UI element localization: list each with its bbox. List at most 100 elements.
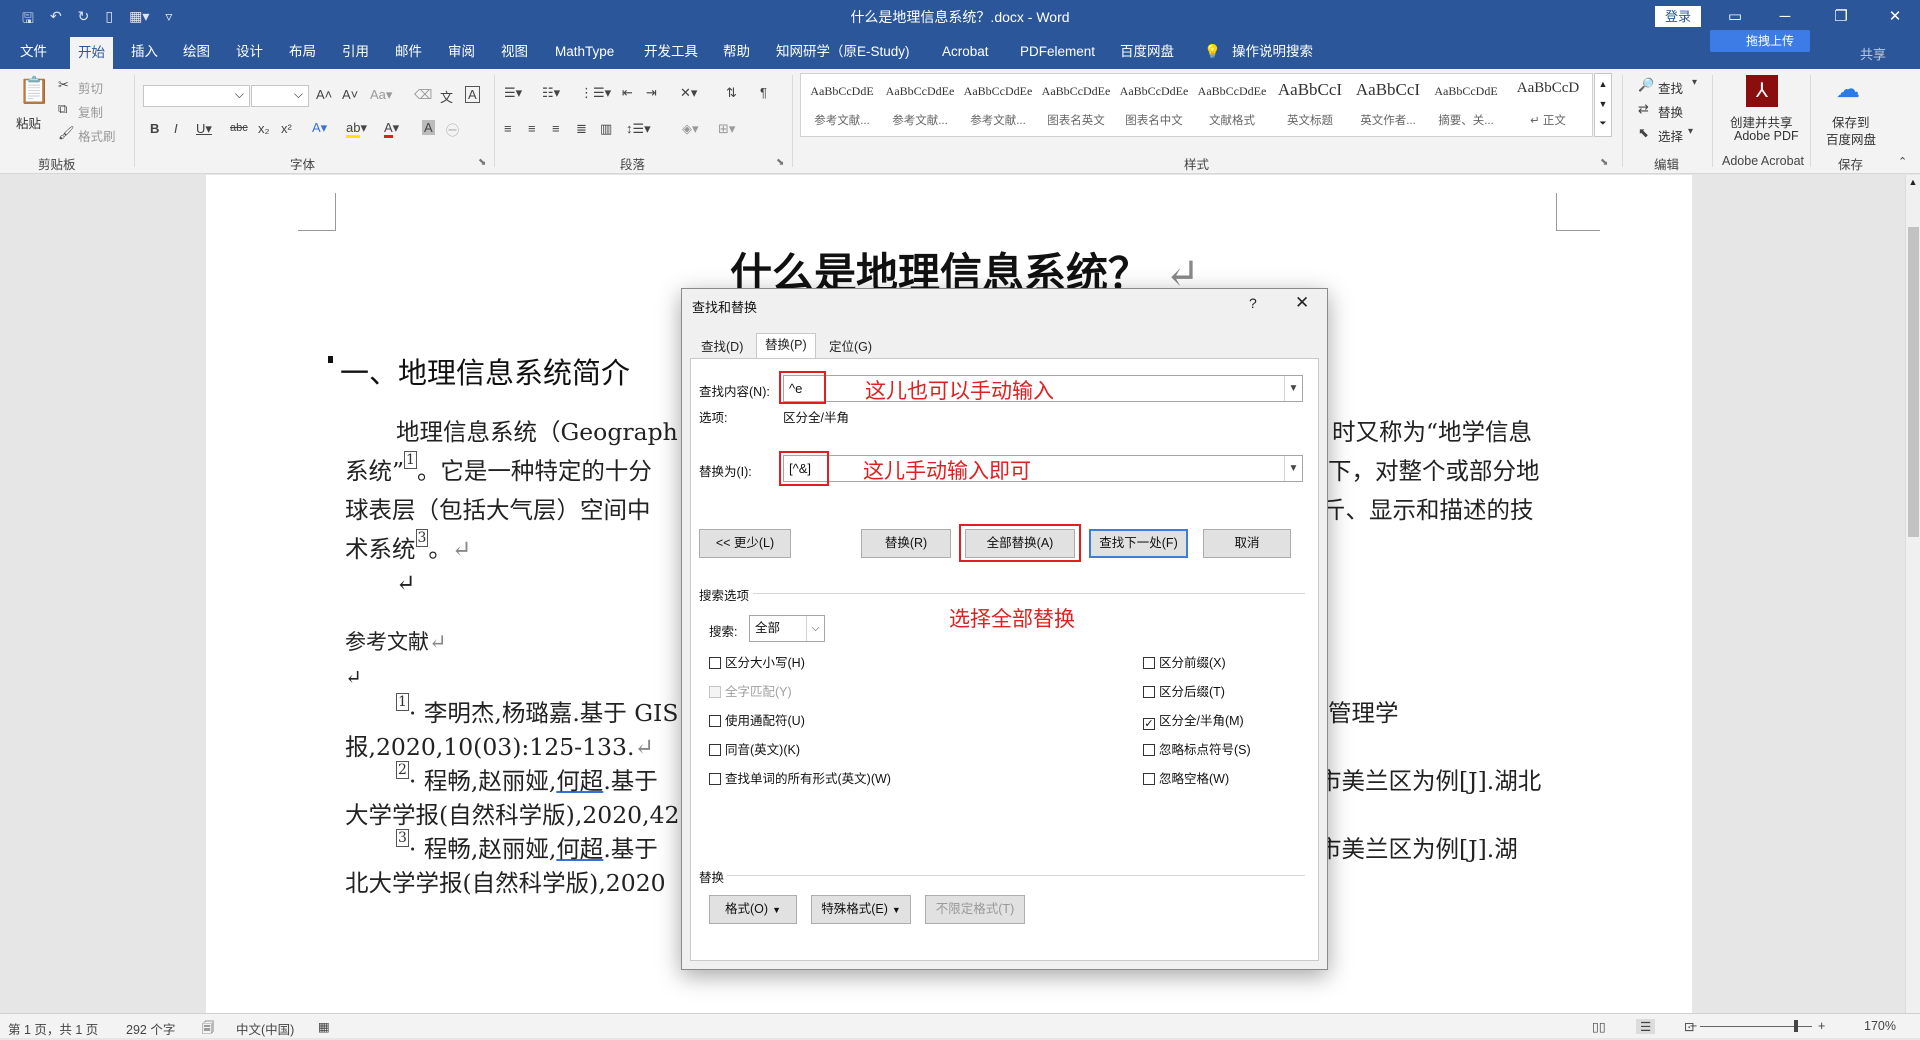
vertical-scrollbar[interactable]: ▲ xyxy=(1905,175,1920,1013)
tab-draw[interactable]: 绘图 xyxy=(175,34,218,69)
shrink-font-icon[interactable]: A˅ xyxy=(342,87,358,102)
tab-help[interactable]: 帮助 xyxy=(715,34,758,69)
cancel-button[interactable]: 取消 xyxy=(1203,529,1291,558)
word-count[interactable]: 292 个字 xyxy=(126,1019,175,1038)
style-item[interactable]: AaBbCcI 英文作者... xyxy=(1349,74,1427,136)
chevron-down-icon[interactable]: ▾ xyxy=(1688,126,1693,137)
copy-icon[interactable]: ⧉ xyxy=(58,101,67,117)
less-button[interactable]: << 更少(L) xyxy=(699,529,791,558)
share-button[interactable]: 共享 xyxy=(1860,44,1886,63)
check-match-suffix[interactable]: 区分后缀(T) xyxy=(1143,681,1225,700)
paste-icon[interactable]: 📋 xyxy=(18,75,50,106)
ribbon-display-icon[interactable]: ▭ xyxy=(1712,4,1758,30)
copy-button[interactable]: 复制 xyxy=(78,102,103,121)
phonetic-guide-icon[interactable]: 文 xyxy=(440,87,453,106)
italic-icon[interactable]: I xyxy=(174,121,178,136)
style-item[interactable]: AaBbCcDdEe 文献格式 xyxy=(1193,74,1271,136)
align-right-icon[interactable]: ≡ xyxy=(552,121,560,136)
zoom-level[interactable]: 170% xyxy=(1864,1019,1896,1033)
styles-gallery-scroll[interactable]: ▲ ▼ ⏷ xyxy=(1594,73,1612,137)
check-wildcards[interactable]: 使用通配符(U) xyxy=(709,710,805,729)
cut-button[interactable]: 剪切 xyxy=(78,78,103,97)
style-item[interactable]: AaBbCcI 英文标题 xyxy=(1271,74,1349,136)
dialog-launcher-icon[interactable]: ⬊ xyxy=(776,157,784,168)
font-color-icon[interactable]: A▾ xyxy=(384,120,399,138)
collapse-ribbon-icon[interactable]: ⌃ xyxy=(1898,155,1907,168)
checkbox[interactable] xyxy=(709,686,721,698)
line-spacing-icon[interactable]: ↕☰▾ xyxy=(626,121,651,137)
tab-layout[interactable]: 布局 xyxy=(281,34,324,69)
proofing-icon[interactable]: 🗐 xyxy=(202,1019,215,1040)
tab-mailings[interactable]: 邮件 xyxy=(387,34,430,69)
checkbox[interactable] xyxy=(1143,773,1155,785)
no-formatting-button[interactable]: 不限定格式(T) xyxy=(925,895,1025,924)
tab-references[interactable]: 引用 xyxy=(334,34,377,69)
tab-home[interactable]: 开始 xyxy=(70,37,113,69)
replace-button[interactable]: 替换 xyxy=(1658,102,1683,121)
check-sounds-like[interactable]: 同音(英文)(K) xyxy=(709,739,800,758)
format-painter-icon[interactable]: 🖌 xyxy=(58,125,75,141)
shading-icon[interactable]: ◈▾ xyxy=(682,121,699,137)
special-button[interactable]: 特殊格式(E) ▼ xyxy=(811,895,911,924)
tab-pdfelement[interactable]: PDFelement xyxy=(1012,34,1103,69)
align-center-icon[interactable]: ≡ xyxy=(528,121,536,136)
grow-font-icon[interactable]: A˄ xyxy=(316,87,332,102)
minimize-icon[interactable]: ─ xyxy=(1762,4,1808,30)
checkbox[interactable] xyxy=(709,657,721,669)
clear-format-icon[interactable]: ⌫ xyxy=(414,87,432,103)
create-pdf-line2[interactable]: Adobe PDF xyxy=(1734,129,1799,143)
tab-developer[interactable]: 开发工具 xyxy=(636,34,706,69)
print-layout-icon[interactable]: ☰ xyxy=(1636,1019,1656,1034)
sort-icon[interactable]: ⇅ xyxy=(726,85,737,101)
restore-icon[interactable]: ❐ xyxy=(1818,4,1864,30)
underline-icon[interactable]: U▾ xyxy=(196,121,212,137)
font-name-combo[interactable]: ⌵ xyxy=(143,85,250,107)
tab-design[interactable]: 设计 xyxy=(228,34,271,69)
cut-icon[interactable]: ✂ xyxy=(58,77,69,93)
adobe-pdf-icon[interactable]: ⅄ xyxy=(1746,75,1778,107)
char-border-icon[interactable]: A xyxy=(465,86,480,103)
baidu-cloud-icon[interactable]: ☁ xyxy=(1836,75,1860,104)
show-marks-icon[interactable]: ¶ xyxy=(760,85,767,100)
scrollbar-thumb[interactable] xyxy=(1908,227,1919,537)
checkbox[interactable] xyxy=(709,744,721,756)
tab-mathtype[interactable]: MathType xyxy=(547,34,622,69)
style-item[interactable]: AaBbCcDdEe 参考文献... xyxy=(959,74,1037,136)
chevron-up-icon[interactable]: ▲ xyxy=(1595,74,1611,94)
tell-me-search[interactable]: 操作说明搜索 xyxy=(1224,34,1321,69)
search-direction-select[interactable]: 全部 ⌵ xyxy=(749,615,825,642)
tab-file[interactable]: 文件 xyxy=(12,34,55,69)
checkbox[interactable] xyxy=(1143,657,1155,669)
superscript-icon[interactable]: x² xyxy=(281,121,292,136)
bullets-icon[interactable]: ☰▾ xyxy=(504,85,522,101)
checkbox[interactable] xyxy=(709,773,721,785)
find-button[interactable]: 查找 xyxy=(1658,78,1683,97)
tab-baidu-netdisk[interactable]: 百度网盘 xyxy=(1112,34,1182,69)
tab-goto[interactable]: 定位(G) xyxy=(820,335,881,359)
chevron-down-icon[interactable]: ▼ xyxy=(1595,94,1611,114)
save-to-netdisk-line2[interactable]: 百度网盘 xyxy=(1826,129,1876,148)
highlight-icon[interactable]: ab▾ xyxy=(346,120,367,138)
bold-icon[interactable]: B xyxy=(150,121,159,136)
language[interactable]: 中文(中国) xyxy=(236,1019,294,1038)
style-item[interactable]: AaBbCcDdE 摘要、关... xyxy=(1427,74,1505,136)
dialog-launcher-icon[interactable]: ⬊ xyxy=(1600,157,1608,168)
paste-button[interactable]: 粘贴 xyxy=(16,113,41,132)
checkbox[interactable] xyxy=(709,715,721,727)
font-size-combo[interactable]: ⌵ xyxy=(251,85,309,107)
login-button[interactable]: 登录 xyxy=(1655,6,1701,27)
distributed-icon[interactable]: ▥ xyxy=(600,121,612,137)
chevron-down-icon[interactable]: ▾ xyxy=(1692,77,1697,88)
zoom-slider-thumb[interactable] xyxy=(1794,1020,1798,1032)
tab-insert[interactable]: 插入 xyxy=(123,34,166,69)
borders-icon[interactable]: ⊞▾ xyxy=(718,121,735,137)
format-painter-button[interactable]: 格式刷 xyxy=(78,126,116,145)
tab-review[interactable]: 审阅 xyxy=(440,34,483,69)
checkbox[interactable] xyxy=(1143,744,1155,756)
chevron-down-icon[interactable]: ▼ xyxy=(1284,376,1302,401)
replace-with-input[interactable]: [^&] ▼ xyxy=(783,455,1303,482)
ref2-author-link[interactable]: 何超 xyxy=(556,767,603,795)
align-left-icon[interactable]: ≡ xyxy=(504,121,512,136)
tab-replace[interactable]: 替换(P) xyxy=(756,333,816,359)
subscript-icon[interactable]: x₂ xyxy=(258,121,270,136)
